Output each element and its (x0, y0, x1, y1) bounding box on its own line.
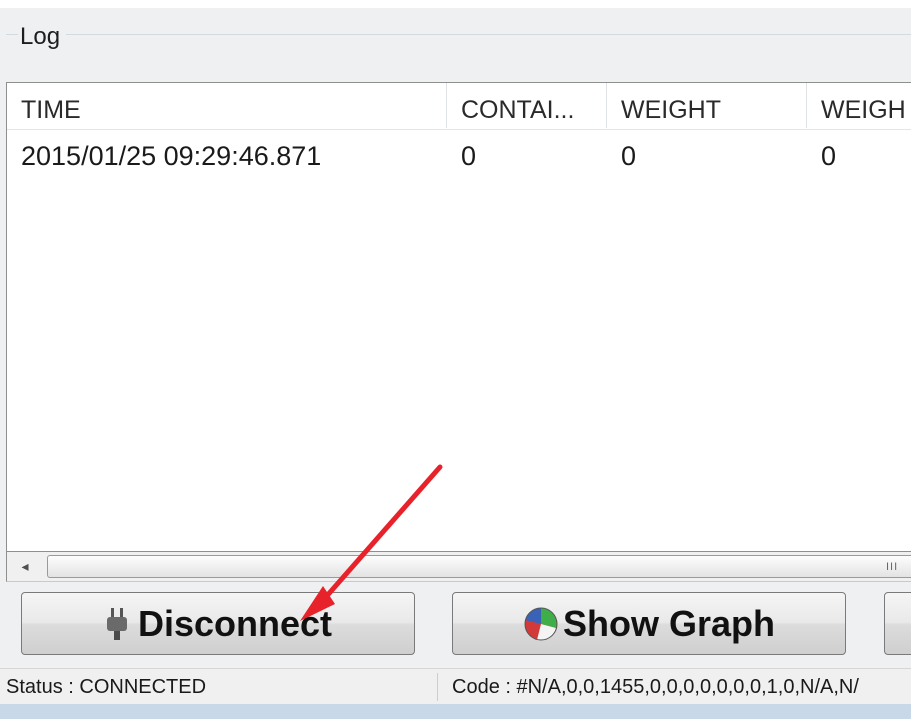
cell-container: 0 (461, 141, 477, 171)
plug-icon (104, 607, 130, 641)
column-header-container[interactable]: CONTAI... (447, 83, 607, 128)
column-header-time[interactable]: TIME (7, 83, 447, 128)
cell-weight-2: 0 (821, 141, 837, 171)
table-row[interactable]: 2015/01/25 09:29:46.871 0 0 0 (7, 131, 911, 177)
log-group-title: Log (18, 22, 67, 52)
column-header-weight[interactable]: WEIGHT (607, 83, 807, 128)
partial-button[interactable] (884, 592, 911, 655)
scroll-left-arrow-icon[interactable]: ◂ (7, 552, 43, 580)
status-text: Status : CONNECTED (6, 676, 207, 698)
status-separator (437, 673, 438, 701)
code-text: Code : #N/A,0,0,1455,0,0,0,0,0,0,0,1,0,N… (452, 676, 859, 698)
app-window: Log TIME CONTAI... WEIGHT WEIGH 2015/01/… (0, 8, 911, 719)
cell-weight: 0 (621, 141, 637, 171)
cell-time: 2015/01/25 09:29:46.871 (21, 141, 322, 171)
scroll-thumb[interactable]: III (47, 555, 911, 578)
pie-chart-icon (523, 606, 559, 642)
disconnect-label: Disconnect (137, 602, 333, 644)
log-listview[interactable]: TIME CONTAI... WEIGHT WEIGH 2015/01/25 0… (6, 82, 911, 552)
show-graph-button[interactable]: Show Graph (452, 592, 846, 655)
bottom-edge (0, 704, 911, 719)
scroll-grip-icon: III (886, 561, 899, 573)
status-bar: Status : CONNECTED Code : #N/A,0,0,1455,… (0, 668, 911, 704)
log-header-row: TIME CONTAI... WEIGHT WEIGH (7, 83, 911, 130)
column-header-weight-2[interactable]: WEIGH (807, 83, 911, 128)
horizontal-scrollbar[interactable]: ◂ III (6, 552, 911, 582)
disconnect-button[interactable]: Disconnect (21, 592, 415, 655)
show-graph-label: Show Graph (562, 602, 775, 644)
